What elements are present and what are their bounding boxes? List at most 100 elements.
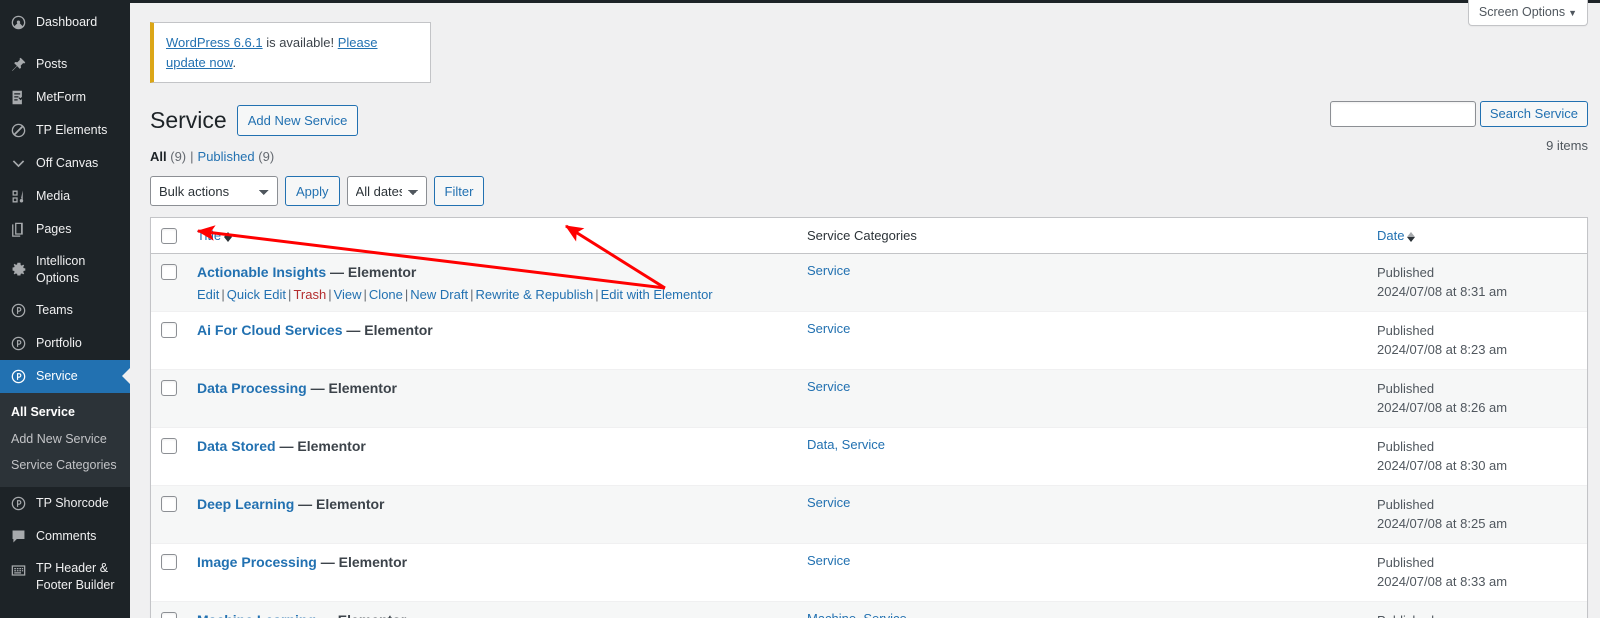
submenu-item-add-new-service[interactable]: Add New Service bbox=[0, 426, 130, 453]
category-link[interactable]: Service bbox=[807, 379, 850, 394]
filter-all-label: All bbox=[150, 149, 167, 165]
search-service-button[interactable]: Search Service bbox=[1479, 101, 1588, 127]
row-title-link[interactable]: Actionable Insights bbox=[197, 264, 326, 280]
row-checkbox[interactable] bbox=[161, 495, 177, 512]
sidebar-item-off-canvas[interactable]: Off Canvas bbox=[0, 147, 130, 180]
search-input[interactable] bbox=[1329, 101, 1476, 127]
row-title-link[interactable]: Machine Learning bbox=[197, 612, 316, 618]
sort-date-link[interactable]: Date bbox=[1377, 228, 1404, 243]
row-checkbox[interactable] bbox=[161, 321, 177, 338]
row-action-edit[interactable]: Edit bbox=[197, 287, 219, 302]
row-action-quick-edit[interactable]: Quick Edit bbox=[227, 287, 286, 302]
date-filter-select[interactable]: All dates bbox=[346, 176, 427, 207]
select-all-checkbox[interactable] bbox=[161, 227, 177, 244]
sidebar-item-tp-header-footer-builder[interactable]: TP Header & Footer Builder bbox=[0, 553, 130, 601]
sidebar-item-teams[interactable]: Teams bbox=[0, 294, 130, 327]
sidebar-item-tp-shorcode[interactable]: TP Shorcode bbox=[0, 487, 130, 520]
date-cell: Published 2024/07/08 at 8:26 am bbox=[1367, 369, 1587, 428]
row-action-separator: | bbox=[221, 286, 225, 302]
sidebar-item-woocommerce[interactable]: WooCommerce bbox=[0, 610, 130, 618]
apply-button[interactable]: Apply bbox=[285, 176, 340, 207]
sidebar-item-tp-elements[interactable]: TP Elements bbox=[0, 114, 130, 147]
sidebar-item-media[interactable]: Media bbox=[0, 180, 130, 213]
sidebar-item-label: TP Shorcode bbox=[36, 496, 109, 511]
category-link[interactable]: Service bbox=[807, 495, 850, 510]
table-row: Image Processing — ElementorEdit|Quick E… bbox=[151, 543, 1587, 602]
bulk-actions-select[interactable]: Bulk actions bbox=[150, 176, 278, 207]
filter-published-link[interactable]: Published bbox=[198, 149, 255, 164]
sidebar-item-metform[interactable]: MetForm bbox=[0, 81, 130, 114]
table-row: Data Stored — ElementorEdit|Quick Edit|T… bbox=[151, 427, 1587, 486]
row-action-clone[interactable]: Clone bbox=[369, 287, 403, 302]
sidebar-divider bbox=[0, 39, 130, 48]
row-action-separator: | bbox=[363, 286, 367, 302]
date-cell: Published 2024/07/08 at 8:31 am bbox=[1367, 253, 1587, 312]
title-cell: Data Processing — ElementorEdit|Quick Ed… bbox=[187, 369, 797, 428]
row-title-link[interactable]: Deep Learning bbox=[197, 496, 294, 512]
row-action-separator: | bbox=[328, 286, 332, 302]
row-checkbox[interactable] bbox=[161, 263, 177, 280]
category-link[interactable]: Service bbox=[807, 553, 850, 568]
post-status: Published bbox=[1377, 380, 1435, 396]
category-link[interactable]: Data, Service bbox=[807, 437, 885, 452]
post-status: Published bbox=[1377, 496, 1435, 512]
sidebar-item-pages[interactable]: Pages bbox=[0, 213, 130, 246]
filter-button[interactable]: Filter bbox=[433, 176, 485, 207]
circle-p-icon bbox=[9, 301, 28, 320]
column-header-date[interactable]: Date bbox=[1367, 218, 1587, 254]
post-date: 2024/07/08 at 8:31 am bbox=[1377, 284, 1508, 300]
chevron-down-icon: ▼ bbox=[1568, 8, 1577, 18]
category-link[interactable]: Service bbox=[807, 263, 850, 278]
screen-options-toggle[interactable]: Screen Options ▼ bbox=[1467, 0, 1588, 26]
row-title: Actionable Insights — Elementor bbox=[197, 263, 787, 283]
date-cell: Published 2024/07/08 at 8:23 am bbox=[1367, 311, 1587, 370]
sidebar-item-label: Teams bbox=[36, 302, 73, 317]
row-action-view[interactable]: View bbox=[334, 287, 362, 302]
row-title-link[interactable]: Data Processing bbox=[197, 380, 307, 396]
row-title-suffix: — Elementor bbox=[320, 612, 406, 618]
row-title-link[interactable]: Image Processing bbox=[197, 554, 317, 570]
row-checkbox[interactable] bbox=[161, 437, 177, 454]
column-header-title[interactable]: Title bbox=[187, 218, 797, 254]
row-title-link[interactable]: Data Stored bbox=[197, 438, 276, 454]
submenu-item-all-service[interactable]: All Service bbox=[0, 399, 130, 426]
row-action-new-draft[interactable]: New Draft bbox=[410, 287, 468, 302]
post-status: Published bbox=[1377, 611, 1577, 618]
row-action-trash[interactable]: Trash bbox=[293, 287, 326, 302]
sidebar-item-label: Posts bbox=[36, 57, 68, 72]
row-action-rewrite-republish[interactable]: Rewrite & Republish bbox=[475, 287, 593, 302]
row-action-separator: | bbox=[288, 286, 292, 302]
sidebar-item-label: Service bbox=[36, 368, 78, 383]
row-checkbox[interactable] bbox=[161, 611, 177, 618]
sidebar-item-intellicon-options[interactable]: Intellicon Options bbox=[0, 246, 130, 294]
add-new-service-button[interactable]: Add New Service bbox=[236, 105, 359, 137]
notice-mid-text: is available! bbox=[262, 35, 338, 50]
row-action-separator: | bbox=[470, 286, 474, 302]
row-action-edit-with-elementor[interactable]: Edit with Elementor bbox=[601, 287, 713, 302]
category-link[interactable]: Machine, Service bbox=[807, 611, 907, 618]
sidebar-item-posts[interactable]: Posts bbox=[0, 48, 130, 81]
row-checkbox[interactable] bbox=[161, 553, 177, 570]
row-checkbox[interactable] bbox=[161, 379, 177, 396]
comment-icon bbox=[9, 527, 28, 546]
dashboard-icon bbox=[9, 13, 28, 32]
wordpress-version-link[interactable]: WordPress 6.6.1 bbox=[166, 35, 263, 50]
filter-all-link[interactable]: All bbox=[150, 149, 167, 164]
sidebar-item-comments[interactable]: Comments bbox=[0, 520, 130, 553]
post-date: 2024/07/08 at 8:23 am bbox=[1377, 342, 1508, 358]
row-title-link[interactable]: Ai For Cloud Services bbox=[197, 322, 342, 338]
submenu-item-service-categories[interactable]: Service Categories bbox=[0, 452, 130, 479]
form-icon bbox=[9, 88, 28, 107]
column-header-categories-label: Service Categories bbox=[807, 228, 917, 244]
row-select-cell bbox=[151, 485, 187, 544]
post-date: 2024/07/08 at 8:30 am bbox=[1377, 458, 1508, 474]
filter-published-count: (9) bbox=[258, 149, 275, 165]
sort-title-link[interactable]: Title bbox=[197, 228, 221, 243]
category-link[interactable]: Service bbox=[807, 321, 850, 336]
sidebar-item-dashboard[interactable]: Dashboard bbox=[0, 6, 130, 39]
sidebar-item-portfolio[interactable]: Portfolio bbox=[0, 327, 130, 360]
row-title: Deep Learning — Elementor bbox=[197, 495, 787, 515]
chevron-down-icon bbox=[9, 154, 28, 173]
wp-admin-screen: Dashboard Posts MetForm TP Elements Off … bbox=[0, 0, 1600, 618]
sidebar-item-service[interactable]: Service bbox=[0, 359, 130, 393]
